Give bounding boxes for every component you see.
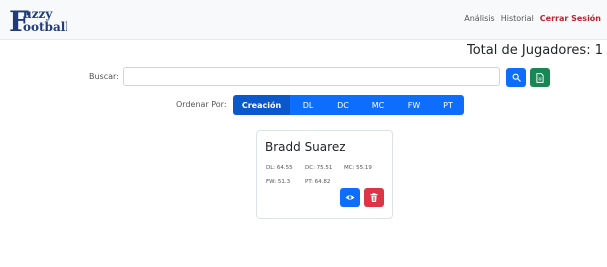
- nav-history-link[interactable]: Historial: [501, 14, 534, 23]
- order-option-dc[interactable]: DC: [326, 95, 360, 115]
- top-nav: Análisis Historial Cerrar Sesión: [464, 14, 601, 23]
- player-card: Bradd Suarez DL: 64.55 DC: 75.51 MC: 55.…: [256, 130, 393, 219]
- player-stat-dc: DC: 75.51: [305, 165, 333, 171]
- trash-icon: [370, 193, 378, 202]
- search-input[interactable]: [123, 67, 500, 86]
- nav-analysis-link[interactable]: Análisis: [464, 14, 494, 23]
- navbar: F F uzzy ootball Análisis Historial Cerr…: [0, 0, 607, 40]
- player-stat-pt: PT: 64.82: [305, 179, 331, 185]
- view-player-button[interactable]: [340, 188, 360, 207]
- order-option-dl[interactable]: DL: [290, 95, 326, 115]
- logo-mark: F F uzzy ootball: [9, 5, 70, 38]
- order-by-label: Ordenar Por:: [176, 100, 227, 109]
- player-stat-fw: FW: 51.3: [266, 179, 291, 185]
- order-option-creacion[interactable]: Creación: [233, 95, 290, 115]
- file-icon: [536, 72, 544, 83]
- search-icon: [512, 73, 521, 82]
- order-option-pt[interactable]: PT: [432, 95, 464, 115]
- svg-text:uzzy: uzzy: [23, 7, 53, 21]
- eye-icon: [345, 195, 355, 200]
- svg-text:ootball: ootball: [23, 20, 67, 34]
- search-label: Buscar:: [89, 72, 119, 81]
- logout-link[interactable]: Cerrar Sesión: [540, 14, 601, 23]
- search-button[interactable]: [506, 68, 526, 87]
- player-stat-mc: MC: 55.19: [344, 165, 372, 171]
- export-report-button[interactable]: [530, 68, 550, 87]
- delete-player-button[interactable]: [364, 188, 384, 207]
- player-stat-dl: DL: 64.55: [266, 165, 293, 171]
- order-option-mc[interactable]: MC: [360, 95, 396, 115]
- player-name: Bradd Suarez: [265, 140, 346, 154]
- fuzzy-football-logo[interactable]: F F uzzy ootball: [9, 5, 70, 38]
- order-by-group: Creación DL DC MC FW PT: [233, 95, 464, 115]
- order-option-fw[interactable]: FW: [396, 95, 432, 115]
- total-players: Total de Jugadores: 1: [467, 43, 603, 58]
